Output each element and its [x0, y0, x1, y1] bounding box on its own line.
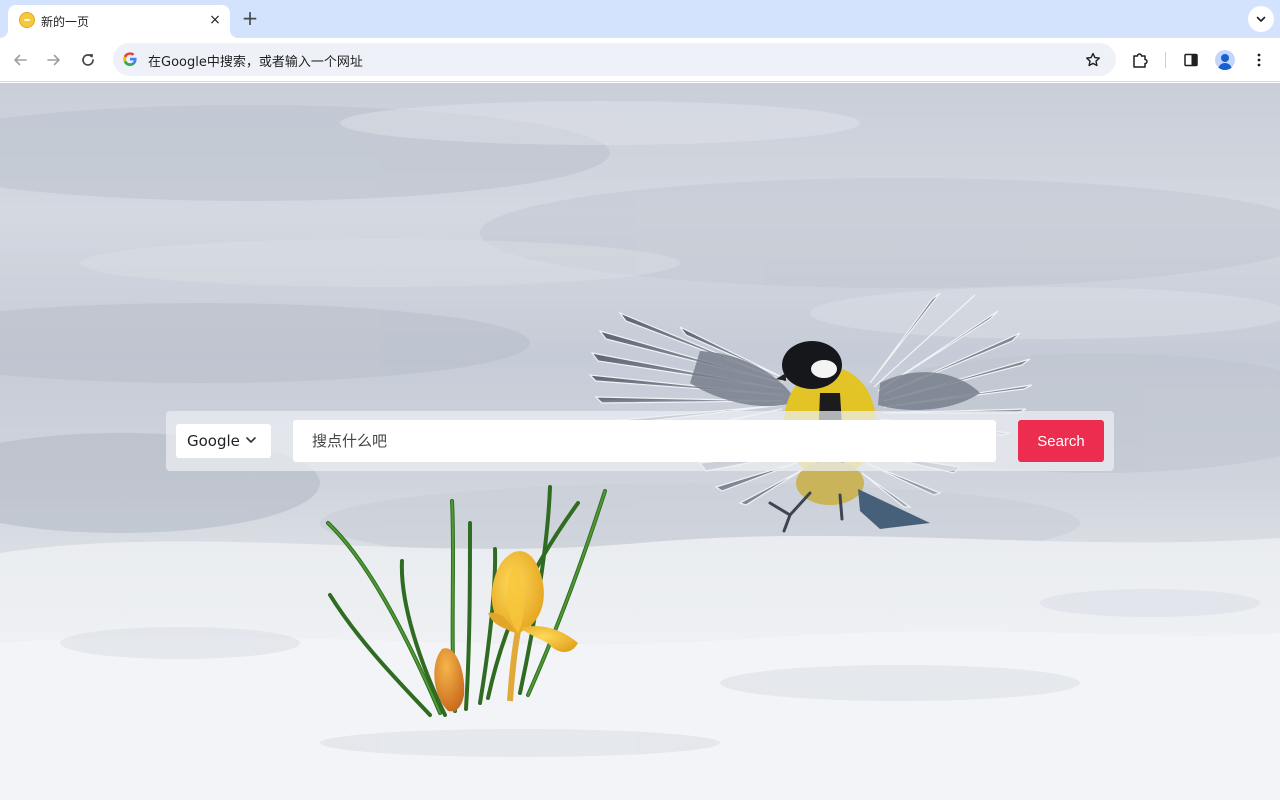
chevron-down-icon [246, 437, 256, 443]
search-engine-label: Google [187, 432, 240, 450]
tab-search-button[interactable] [1248, 6, 1274, 32]
forward-arrow-icon [47, 54, 60, 66]
reload-button[interactable] [74, 46, 102, 74]
search-bar: Google Search [166, 411, 1114, 471]
more-icon [1257, 53, 1261, 67]
search-engine-select[interactable]: Google [176, 424, 271, 458]
forward-button[interactable] [40, 46, 68, 74]
back-button[interactable] [6, 46, 34, 74]
search-input[interactable] [293, 420, 996, 462]
star-icon [1086, 52, 1100, 67]
side-panel-icon [1184, 53, 1198, 67]
tab-title: 新的一页 [41, 15, 90, 29]
profile-head [1221, 54, 1229, 62]
extensions-button[interactable] [1126, 46, 1154, 74]
chevron-down-icon [1256, 16, 1266, 22]
tab-favicon-icon [19, 12, 35, 28]
new-tab-button[interactable]: + [238, 7, 262, 31]
bookmark-star-button[interactable] [1079, 46, 1107, 74]
search-button[interactable]: Search [1018, 420, 1104, 462]
profile-icon[interactable] [1215, 50, 1235, 70]
more-menu-button[interactable] [1245, 46, 1273, 74]
browser-toolbar: 在Google中搜索，或者输入一个网址 [0, 38, 1280, 82]
active-tab[interactable]: 新的一页 × [8, 5, 230, 38]
back-arrow-icon [14, 54, 27, 66]
profile-body [1218, 63, 1232, 70]
tab-close-button[interactable]: × [206, 11, 224, 29]
google-g-icon [123, 52, 137, 66]
extensions-icon [1133, 53, 1148, 68]
address-bar[interactable]: 在Google中搜索，或者输入一个网址 [113, 43, 1116, 76]
tab-strip: 新的一页 × + [0, 0, 1280, 38]
side-panel-button[interactable] [1177, 46, 1205, 74]
reload-icon [82, 54, 94, 66]
address-bar-placeholder: 在Google中搜索，或者输入一个网址 [148, 55, 363, 70]
toolbar-separator [1165, 52, 1166, 68]
new-tab-page: Google Search [0, 83, 1280, 800]
